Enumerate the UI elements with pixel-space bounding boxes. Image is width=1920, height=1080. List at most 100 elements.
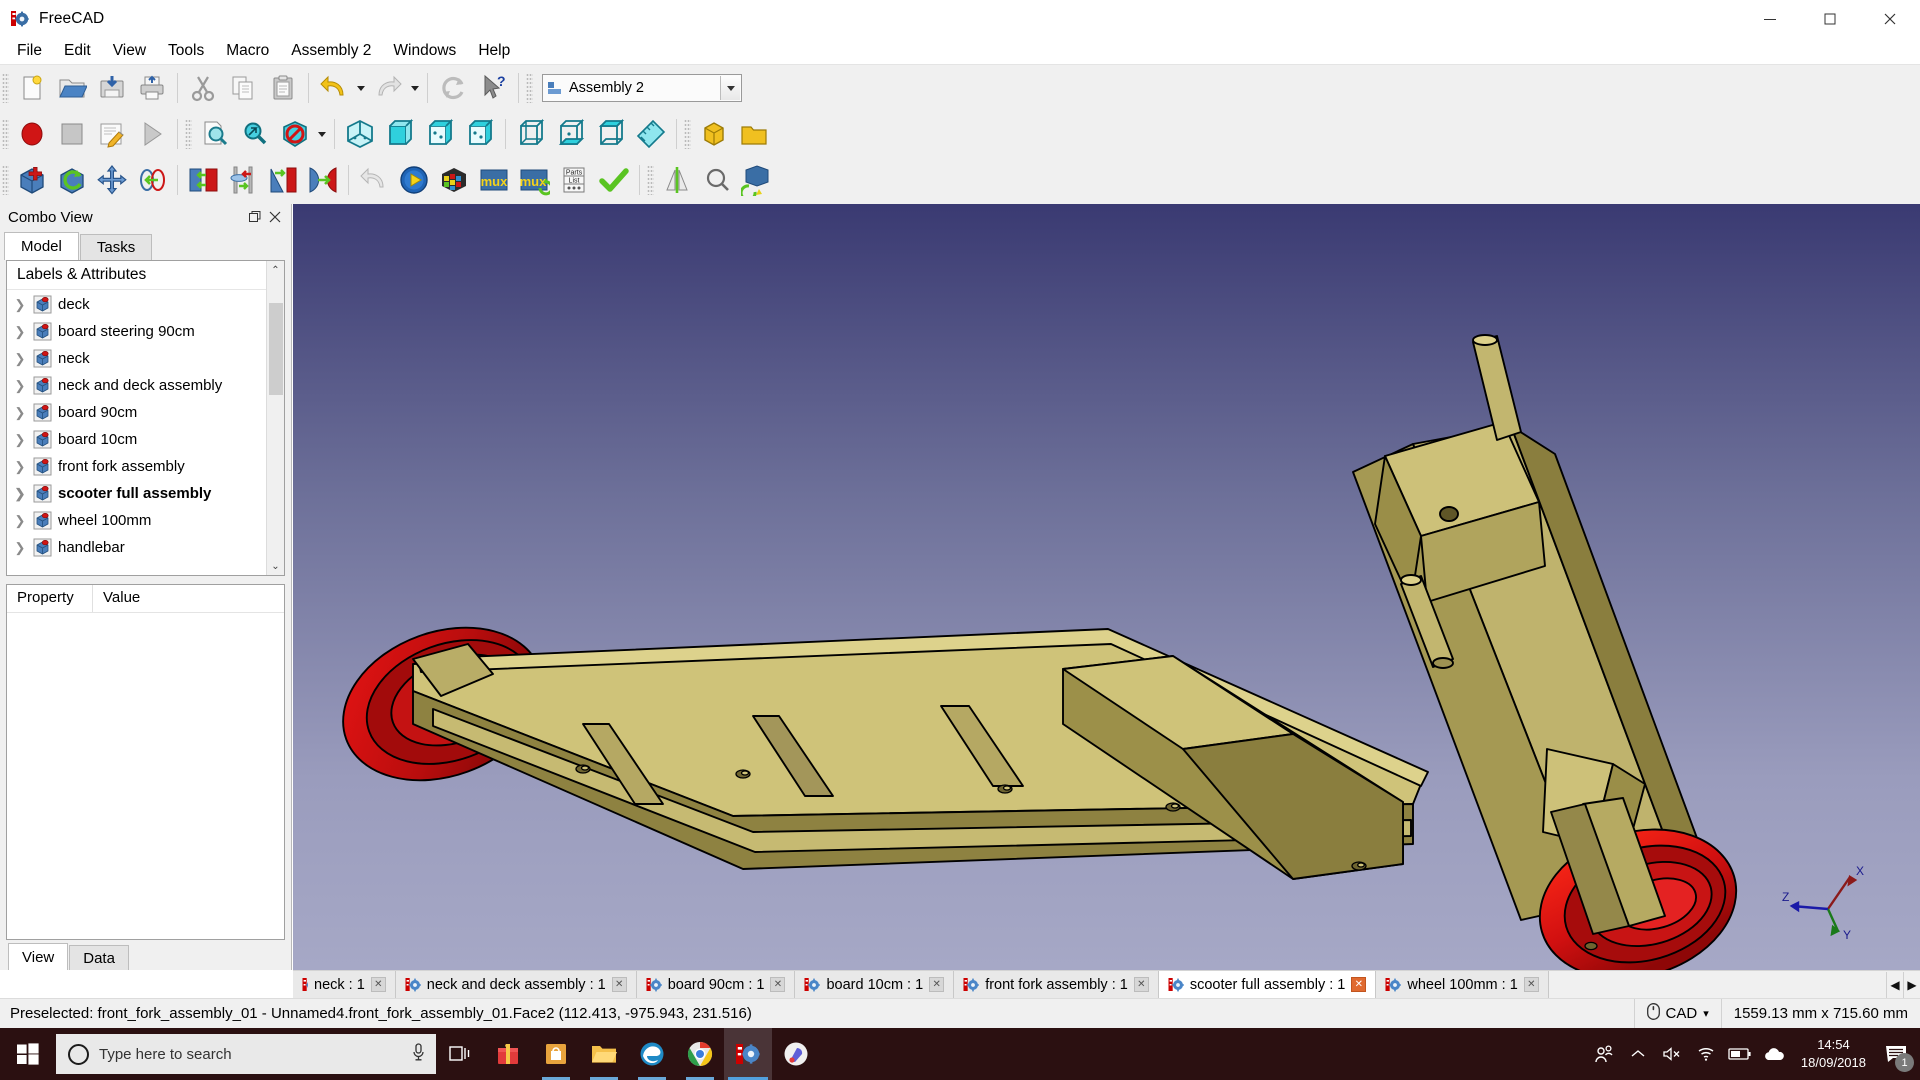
cut-icon[interactable] <box>183 68 223 108</box>
toolbar-grip[interactable] <box>185 119 192 149</box>
right-view-icon[interactable] <box>460 114 500 154</box>
menu-file[interactable]: File <box>6 39 53 63</box>
tree-item[interactable]: ❯ board 10cm <box>7 426 284 453</box>
tree-expand-arrow[interactable]: ❯ <box>13 459 27 475</box>
document-tab[interactable]: neck : 1 ✕ <box>293 971 396 998</box>
tree-expand-arrow[interactable]: ❯ <box>13 378 27 394</box>
toolbar-grip[interactable] <box>647 165 654 195</box>
close-document-tab-button[interactable]: ✕ <box>929 977 945 992</box>
onedrive-icon[interactable] <box>1757 1028 1791 1080</box>
rear-view-icon[interactable] <box>511 114 551 154</box>
maximize-button[interactable] <box>1800 0 1860 37</box>
redo-dropdown-caret[interactable] <box>408 69 422 107</box>
document-tab[interactable]: board 90cm : 1 ✕ <box>636 971 796 998</box>
draw-style-icon[interactable] <box>275 114 315 154</box>
undo-icon[interactable] <box>314 68 354 108</box>
close-document-tab-button[interactable]: ✕ <box>370 977 386 992</box>
document-tab[interactable]: neck and deck assembly : 1 ✕ <box>395 971 637 998</box>
store-gift-icon[interactable] <box>484 1028 532 1080</box>
top-view-icon[interactable] <box>420 114 460 154</box>
execute-macro-icon[interactable] <box>132 114 172 154</box>
battery-icon[interactable] <box>1723 1028 1757 1080</box>
open-document-icon[interactable] <box>52 68 92 108</box>
fit-all-icon[interactable] <box>195 114 235 154</box>
front-view-icon[interactable] <box>380 114 420 154</box>
undo-dropdown-caret[interactable] <box>354 69 368 107</box>
taskbar-clock[interactable]: 14:54 18/09/2018 <box>1791 1036 1876 1071</box>
toolbar-grip[interactable] <box>2 119 9 149</box>
tree-item[interactable]: ❯ scooter full assembly <box>7 480 284 507</box>
toolbar-grip[interactable] <box>2 165 9 195</box>
document-tab[interactable]: board 10cm : 1 ✕ <box>795 971 955 998</box>
search-constraint-icon[interactable] <box>697 160 737 200</box>
tree-item[interactable]: ❯ handlebar <box>7 534 284 561</box>
tab-tasks[interactable]: Tasks <box>79 234 153 260</box>
tree-expand-arrow[interactable]: ❯ <box>13 324 27 340</box>
menu-macro[interactable]: Macro <box>215 39 280 63</box>
toolbar-grip[interactable] <box>526 73 533 103</box>
file-explorer-icon[interactable] <box>580 1028 628 1080</box>
check-assembly-icon[interactable] <box>594 160 634 200</box>
edge-browser-icon[interactable] <box>628 1028 676 1080</box>
mux-assembly-icon[interactable] <box>434 160 474 200</box>
update-parts-icon[interactable] <box>52 160 92 200</box>
tree-expand-arrow[interactable]: ❯ <box>13 513 27 529</box>
workbench-dropdown-caret[interactable] <box>720 76 740 100</box>
copy-icon[interactable] <box>223 68 263 108</box>
parts-list-icon[interactable]: Parts List <box>554 160 594 200</box>
import-part-icon[interactable] <box>12 160 52 200</box>
close-document-tab-button[interactable]: ✕ <box>1351 977 1367 992</box>
tree-expand-arrow[interactable]: ❯ <box>13 297 27 313</box>
3d-viewport[interactable]: X Y Z <box>293 204 1920 970</box>
refresh-icon[interactable] <box>433 68 473 108</box>
circular-edge-constraint-icon[interactable] <box>223 160 263 200</box>
print-document-icon[interactable] <box>132 68 172 108</box>
tree-item[interactable]: ❯ wheel 100mm <box>7 507 284 534</box>
chrome-browser-icon[interactable] <box>676 1028 724 1080</box>
close-panel-button[interactable] <box>265 207 285 227</box>
tree-item[interactable]: ❯ front fork assembly <box>7 453 284 480</box>
document-tab[interactable]: front fork assembly : 1 ✕ <box>954 971 1159 998</box>
minimize-button[interactable] <box>1740 0 1800 37</box>
fit-selection-icon[interactable] <box>235 114 275 154</box>
tree-expand-arrow[interactable]: ❯ <box>13 351 27 367</box>
action-center-icon[interactable]: 1 <box>1876 1028 1916 1080</box>
paste-icon[interactable] <box>263 68 303 108</box>
toolbar-grip[interactable] <box>2 73 9 103</box>
paint3d-icon[interactable] <box>772 1028 820 1080</box>
save-document-icon[interactable] <box>92 68 132 108</box>
scroll-up-button[interactable]: ⌃ <box>266 261 284 279</box>
macros-dialog-icon[interactable] <box>92 114 132 154</box>
menu-windows[interactable]: Windows <box>382 39 467 63</box>
menu-edit[interactable]: Edit <box>53 39 102 63</box>
undo-constraint-icon[interactable] <box>354 160 394 200</box>
menu-help[interactable]: Help <box>467 39 521 63</box>
close-document-tab-button[interactable]: ✕ <box>611 977 627 992</box>
mux-icon[interactable]: mux <box>474 160 514 200</box>
navigation-style-selector[interactable]: CAD ▾ <box>1633 998 1721 1029</box>
angle-constraint-icon[interactable] <box>263 160 303 200</box>
menu-tools[interactable]: Tools <box>157 39 215 63</box>
left-view-icon[interactable] <box>591 114 631 154</box>
tab-view[interactable]: View <box>8 943 69 970</box>
search-input[interactable]: Type here to search <box>56 1034 436 1074</box>
tree-expand-arrow[interactable]: ❯ <box>13 432 27 448</box>
float-panel-button[interactable] <box>245 207 265 227</box>
menu-view[interactable]: View <box>102 39 157 63</box>
tree-expand-arrow[interactable]: ❯ <box>13 405 27 421</box>
people-icon[interactable] <box>1587 1028 1621 1080</box>
microsoft-store-icon[interactable] <box>532 1028 580 1080</box>
document-tab[interactable]: wheel 100mm : 1 ✕ <box>1376 971 1549 998</box>
toolbar-grip[interactable] <box>684 119 691 149</box>
microphone-icon[interactable] <box>411 1042 426 1066</box>
plane-constraint-icon[interactable] <box>183 160 223 200</box>
tree-item[interactable]: ❯ deck <box>7 291 284 318</box>
mirror-part-icon[interactable] <box>657 160 697 200</box>
macro-record-icon[interactable] <box>12 114 52 154</box>
create-part-icon[interactable] <box>694 114 734 154</box>
scroll-thumb[interactable] <box>268 303 283 395</box>
scroll-down-button[interactable]: ⌄ <box>266 557 284 575</box>
macro-stop-icon[interactable] <box>52 114 92 154</box>
wifi-icon[interactable] <box>1689 1028 1723 1080</box>
close-document-tab-button[interactable]: ✕ <box>1133 977 1149 992</box>
